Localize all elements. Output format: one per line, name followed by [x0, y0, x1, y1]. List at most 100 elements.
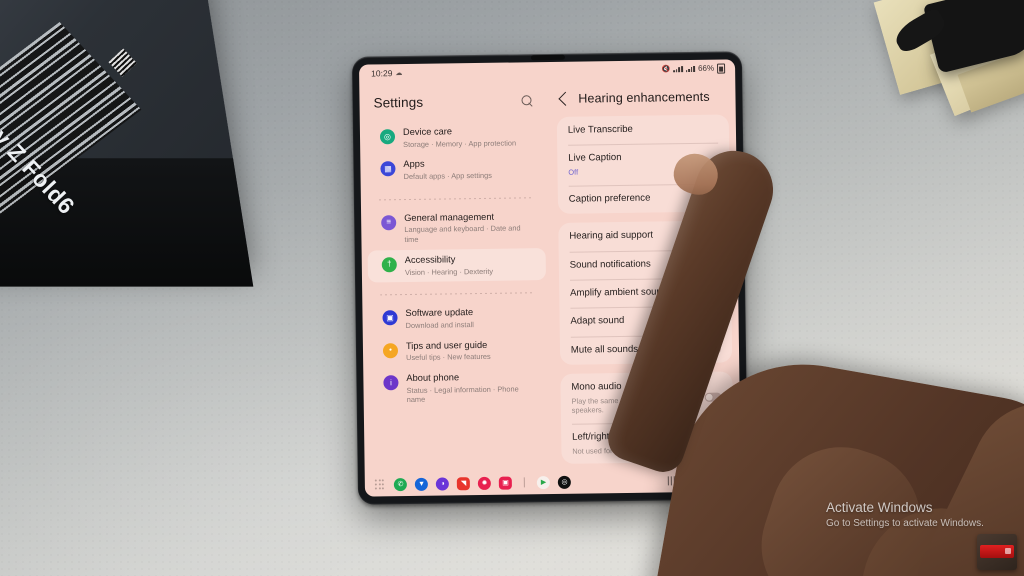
front-camera-slot [531, 54, 566, 61]
list-item-hearing-aid-support[interactable]: Hearing aid support [558, 221, 731, 252]
list-item-amplify-ambient-sound[interactable]: Amplify ambient sound [559, 277, 732, 308]
sidebar-item-label: About phone [406, 372, 460, 384]
sidebar-item-label: Apps [403, 159, 425, 170]
recents-icon[interactable] [667, 475, 675, 485]
detail-title: Hearing enhancements [578, 89, 710, 106]
status-time: 10:29 [371, 67, 393, 78]
list-item-mute-all-sounds[interactable]: Mute all sounds [560, 334, 733, 365]
sidebar-item-apps[interactable]: ▦ Apps Default apps · App settings [366, 152, 544, 187]
sidebar-item-label: Software update [405, 307, 474, 319]
camera-icon[interactable]: ▣ [498, 476, 513, 490]
settings-group: ◎ Device care Storage · Memory · App prote… [360, 118, 551, 193]
page-title: Settings [373, 94, 424, 111]
settings-list: ◎ Device care Storage · Memory · App prote… [360, 118, 554, 417]
toggle-switch[interactable] [703, 315, 721, 326]
info-icon: i [383, 375, 399, 391]
sidebar-item-sublabel: Storage · Memory · App protection [403, 138, 517, 149]
toggle-switch[interactable] [704, 392, 722, 402]
messages-icon[interactable]: ▼ [414, 477, 429, 491]
list-item-text: Caption preference [569, 192, 657, 206]
sidebar-item-text: Device care Storage · Memory · App protec… [403, 125, 516, 149]
battery-percent: 66% [698, 63, 715, 73]
list-item-sublabel: Play the same sound out of both speakers… [571, 395, 678, 416]
accessibility-person-icon: † [381, 257, 397, 273]
app-drawer-grid-icon[interactable] [374, 479, 385, 490]
navigation-bar[interactable] [667, 473, 731, 486]
list-item-label: Live Caption [568, 152, 622, 165]
dual-pane-layout: Settings ◎ Device care Storage · Memory · … [359, 76, 740, 472]
sidebar-item-sublabel: Download and install [405, 319, 474, 330]
signal-icon [673, 65, 683, 73]
samsung-internet-icon[interactable]: ◎ [557, 475, 572, 489]
list-item-mono-audio[interactable]: Mono audio Play the same sound out of bot… [560, 372, 733, 424]
settings-group: ≡ General management Language and keyboard… [361, 204, 552, 289]
sidebar-item-text: About phone Status · Legal information · … [406, 371, 535, 405]
sidebar-item-about-phone[interactable]: i About phone Status · Legal information ·… [369, 366, 547, 411]
sidebar-item-accessibility[interactable]: † Accessibility Vision · Hearing · Dexteri… [367, 247, 546, 283]
notes-icon[interactable]: ◥ [456, 476, 471, 490]
scene-photo: Galaxy Z Fold6 10:29 ☁ 🔇 66% [0, 0, 1024, 576]
software-update-icon: ▣ [382, 310, 398, 326]
watermark-title: Activate Windows [826, 500, 933, 515]
list-item-label: Hearing aid support [569, 229, 654, 242]
sidebar-item-tips-and-user-guide[interactable]: • Tips and user guide Useful tips · New fe… [369, 334, 547, 369]
sidebar-item-device-care[interactable]: ◎ Device care Storage · Memory · App prote… [366, 120, 544, 155]
activate-windows-watermark: Activate Windows Go to Settings to activ… [826, 500, 984, 530]
settings-group-divider [378, 196, 533, 201]
settings-header: Settings [359, 79, 549, 121]
settings-group: ▣ Software update Download and install • Tip… [362, 299, 553, 417]
galaxy-z-fold6-device: 10:29 ☁ 🔇 66% Settings ◎ Device care Sto… [351, 51, 749, 505]
sidebar-item-text: Apps Default apps · App settings [403, 158, 492, 182]
list-item-label: Left/right sound balance [572, 430, 675, 443]
nav-back-icon[interactable] [718, 473, 730, 486]
list-item-live-caption[interactable]: Live Caption Off [557, 143, 730, 185]
list-item-text: Amplify ambient sound [570, 286, 673, 300]
list-item-label: Mono audio [571, 381, 622, 394]
back-chevron-icon[interactable] [558, 91, 573, 106]
list-item-adapt-sound[interactable]: Adapt sound [559, 306, 732, 337]
sidebar-item-text: Software update Download and install [405, 307, 474, 330]
hearing-enhancements-pane[interactable]: Hearing enhancements Live Transcribe Live… [549, 76, 741, 470]
taskbar-apps: ✆ ▼ ◑ ◥ ✹ ▣ ▶ ◎ [374, 474, 668, 491]
sidebar-item-text: General management Language and keyboard … [404, 211, 533, 245]
sidebar-item-software-update[interactable]: ▣ Software update Download and install [368, 301, 546, 336]
detail-header: Hearing enhancements [549, 76, 736, 117]
list-item-caption-preference[interactable]: Caption preference [558, 183, 731, 214]
list-item-text: Live Transcribe [568, 124, 639, 137]
sidebar-item-sublabel: Vision · Hearing · Dexterity [404, 266, 494, 277]
apps-grid-icon: ▦ [380, 161, 396, 177]
lightbulb-icon: • [382, 342, 399, 358]
gallery-icon[interactable]: ✹ [477, 476, 492, 490]
phone-icon[interactable]: ✆ [393, 477, 408, 491]
play-store-icon[interactable]: ▶ [536, 475, 551, 489]
galaxy-z-fold6-box: Galaxy Z Fold6 [0, 0, 288, 363]
sidebar-item-sublabel: Language and keyboard · Date and time [404, 223, 521, 245]
list-item-label: Mute all sounds [570, 343, 639, 356]
list-item-text: Adapt sound [570, 315, 630, 328]
list-item-left-right-sound-balance[interactable]: Left/right sound balance Not used for cal… [561, 422, 734, 464]
signal-icon-secondary [685, 65, 696, 73]
internet-icon[interactable]: ◑ [435, 476, 450, 491]
sidebar-item-text: Accessibility Vision · Hearing · Dexterit… [405, 254, 493, 278]
sliders-icon: ≡ [381, 214, 397, 231]
sidebar-item-label: Tips and user guide [405, 339, 488, 351]
home-icon[interactable] [691, 474, 703, 486]
list-item-text: Mute all sounds [571, 344, 644, 357]
cloud-icon: ☁ [395, 69, 403, 77]
search-icon[interactable] [521, 95, 533, 107]
sidebar-item-text: Tips and user guide Useful tips · New fea… [406, 339, 491, 363]
list-item-text: Live Caption Off [568, 152, 628, 177]
sidebar-item-sublabel: Status · Legal information · Phone name [406, 384, 519, 405]
list-item-sound-notifications[interactable]: Sound notifications [559, 249, 732, 280]
mute-icon: 🔇 [661, 65, 671, 73]
sidebar-item-general-management[interactable]: ≡ General management Language and keyboard… [367, 206, 545, 251]
toggle-switch[interactable] [703, 344, 722, 354]
list-item-text: Left/right sound balance Not used for cal… [572, 430, 681, 456]
list-item-live-transcribe[interactable]: Live Transcribe [557, 114, 730, 145]
device-care-icon: ◎ [379, 129, 396, 145]
settings-pane[interactable]: Settings ◎ Device care Storage · Memory · … [359, 79, 554, 473]
battery-icon [717, 63, 726, 74]
list-item-label: Live Transcribe [567, 123, 633, 136]
options-card: Hearing aid support Sound notifications Am… [558, 220, 733, 366]
sidebar-item-label: Device care [402, 126, 453, 138]
